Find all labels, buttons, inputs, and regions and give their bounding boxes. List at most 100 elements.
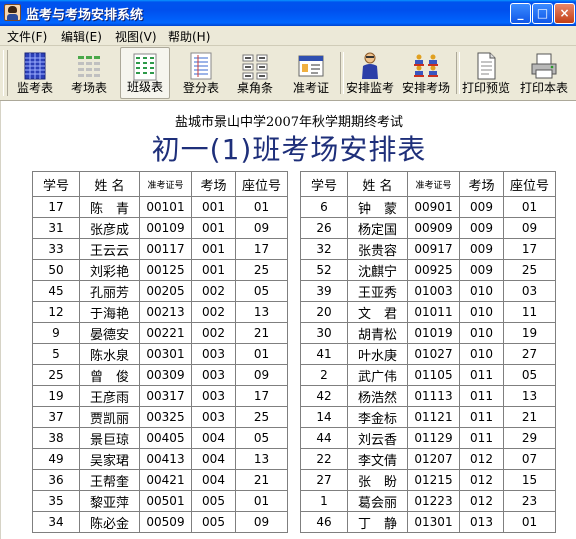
cell-name: 沈麒宁 [347, 259, 408, 281]
cell-student-id: 44 [300, 427, 348, 449]
invigilator-table-button[interactable]: 监考表 [10, 47, 60, 99]
table-row: 1 葛会丽 01223 012 23 [300, 490, 556, 512]
cell-seat: 17 [503, 238, 556, 260]
col-header-name: 姓 名 [79, 171, 140, 197]
toolbar-grip[interactable] [3, 50, 8, 96]
cell-student-id: 41 [300, 343, 348, 365]
window-title: 监考与考场安排系统 [26, 8, 144, 23]
class-table-button[interactable]: 班级表 [120, 47, 170, 99]
cell-name: 曾 俊 [79, 364, 140, 386]
cell-ticket-no: 00205 [139, 280, 192, 302]
cell-ticket-no: 01207 [407, 448, 460, 470]
cell-room: 010 [459, 322, 504, 344]
print-button[interactable]: 打印本表 [516, 47, 572, 99]
score-entry-button[interactable]: 登分表 [176, 47, 226, 99]
cell-seat: 11 [503, 301, 556, 323]
cell-seat: 09 [235, 364, 288, 386]
cell-seat: 21 [503, 406, 556, 428]
print-label: 打印本表 [519, 81, 568, 95]
print-preview-button[interactable]: 打印预览 [460, 47, 512, 99]
table-row: 9 晏德安 00221 002 21 [32, 322, 288, 344]
cell-room: 001 [191, 217, 236, 239]
cell-student-id: 46 [300, 511, 348, 533]
cell-ticket-no: 00109 [139, 217, 192, 239]
cell-room: 002 [191, 322, 236, 344]
invigilator-table-icon [24, 52, 46, 80]
printer-icon [531, 53, 557, 79]
menu-view[interactable]: 视图(V) [115, 28, 157, 45]
cell-student-id: 27 [300, 469, 348, 491]
cell-student-id: 20 [300, 301, 348, 323]
table-row: 5 陈水泉 00301 003 01 [32, 343, 288, 365]
cell-seat: 21 [235, 469, 288, 491]
invigilator-table-label: 监考表 [16, 81, 53, 95]
class-table-label: 班级表 [126, 80, 163, 94]
cell-name: 杨浩然 [347, 385, 408, 407]
col-header-seat: 座位号 [503, 171, 556, 197]
cell-seat: 01 [503, 196, 556, 218]
admission-ticket-label: 准考证 [292, 81, 329, 95]
maximize-button[interactable]: □ [532, 3, 553, 24]
cell-name: 文 君 [347, 301, 408, 323]
cell-seat: 13 [503, 385, 556, 407]
table-row: 36 王帮奎 00421 004 21 [32, 469, 288, 491]
cell-room: 009 [459, 196, 504, 218]
table-row: 25 曾 俊 00309 003 09 [32, 364, 288, 386]
cell-student-id: 36 [32, 469, 80, 491]
schedule-table-right: 学号 姓 名 准考证号 考场 座位号 6钟 蒙 00901 009 01 26 杨定国 00… [300, 171, 556, 533]
cell-ticket-no: 01105 [407, 364, 460, 386]
cell-seat: 07 [503, 448, 556, 470]
cell-student-id: 50 [32, 259, 80, 281]
cell-seat: 13 [235, 301, 288, 323]
cell-ticket-no: 00405 [139, 427, 192, 449]
cell-room: 009 [459, 259, 504, 281]
cell-seat: 25 [235, 259, 288, 281]
table-row: 32 张贵容 00917 009 17 [300, 238, 556, 260]
cell-name: 李文倩 [347, 448, 408, 470]
cell-name: 王云云 [79, 238, 140, 260]
cell-ticket-no: 00213 [139, 301, 192, 323]
exam-room-table-icon [78, 56, 100, 77]
score-entry-icon [190, 52, 212, 80]
menu-file[interactable]: 文件(F) [7, 28, 47, 45]
menu-help[interactable]: 帮助(H) [168, 28, 210, 45]
table-header-row: 学号 姓 名 准考证号 考场 座位号 [32, 171, 288, 197]
cell-name: 张彦成 [79, 217, 140, 239]
cell-student-id: 6 [300, 196, 348, 218]
assign-room-button[interactable]: 安排考场 [400, 47, 452, 99]
cell-room: 001 [191, 259, 236, 281]
cell-student-id: 34 [32, 511, 80, 533]
exam-room-table-button[interactable]: 考场表 [64, 47, 114, 99]
report-preview: 盐城市景山中学2007年秋学期期终考试 初一(1)班考场安排表 学号 姓 名 准… [0, 101, 576, 539]
table-row: 45 孔丽芳 00205 002 05 [32, 280, 288, 302]
cell-name: 丁 静 [347, 511, 408, 533]
table-row: 17 陈 青 00101 001 01 [32, 196, 288, 218]
cell-name: 李金标 [347, 406, 408, 428]
assign-invigilator-button[interactable]: 安排监考 [345, 47, 395, 99]
cell-seat: 27 [503, 343, 556, 365]
cell-student-id: 35 [32, 490, 80, 512]
cell-name: 于海艳 [79, 301, 140, 323]
close-button[interactable]: × [554, 3, 575, 24]
cell-room: 005 [191, 511, 236, 533]
cell-student-id: 33 [32, 238, 80, 260]
assign-invigilator-icon [362, 52, 378, 79]
cell-name: 张贵容 [347, 238, 408, 260]
admission-ticket-button[interactable]: 准考证 [286, 47, 336, 99]
cell-seat: 17 [235, 238, 288, 260]
cell-room: 001 [191, 196, 236, 218]
table-row: 27 张 盼 01215 012 15 [300, 469, 556, 491]
cell-ticket-no: 01223 [407, 490, 460, 512]
desk-label-button[interactable]: 桌角条 [230, 47, 280, 99]
cell-name: 刘彩艳 [79, 259, 140, 281]
table-row: 49 吴家珺 00413 004 13 [32, 448, 288, 470]
minimize-button[interactable]: _ [510, 3, 531, 24]
admission-ticket-icon [298, 55, 324, 77]
cell-name: 陈 青 [79, 196, 140, 218]
menu-bar: 文件(F) 编辑(E) 视图(V) 帮助(H) [0, 26, 576, 46]
menu-edit[interactable]: 编辑(E) [61, 28, 102, 45]
cell-student-id: 14 [300, 406, 348, 428]
cell-seat: 21 [235, 322, 288, 344]
title-bar[interactable]: 监考与考场安排系统 _ □ × [0, 0, 576, 26]
table-row: 50 刘彩艳 00125 001 25 [32, 259, 288, 281]
